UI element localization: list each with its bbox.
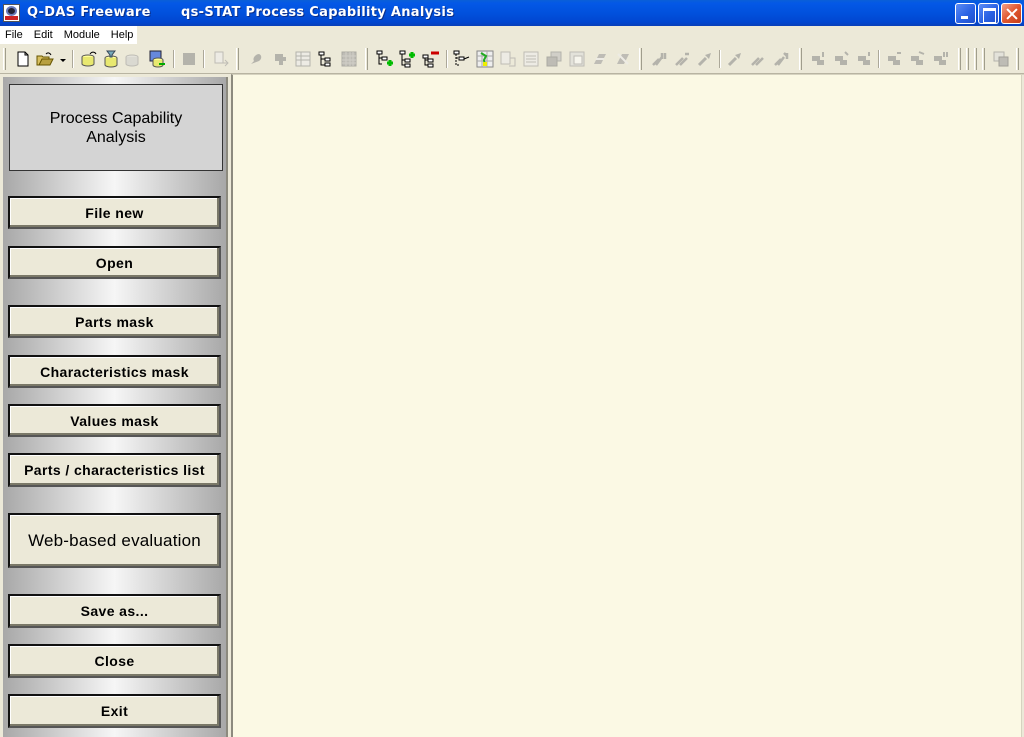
unlink-icon[interactable] [614,50,632,68]
window-arrange-icon[interactable] [992,50,1010,68]
file-new-button[interactable]: File new [8,196,221,229]
database-load-icon[interactable] [80,50,98,68]
toolbar [0,44,1024,74]
tree-insert-icon[interactable] [399,50,417,68]
toolbar-grip[interactable] [1016,48,1019,70]
window-icon[interactable] [568,50,586,68]
app-name: Q-DAS Freeware [27,5,151,20]
part-icon[interactable] [271,50,289,68]
tree-icon[interactable] [317,50,335,68]
stop-icon[interactable] [180,50,198,68]
toolbar-separator [446,50,448,68]
new-file-icon[interactable] [14,50,32,68]
close-window-button[interactable] [1001,3,1022,24]
char-first-icon[interactable] [809,50,827,68]
last-icon[interactable] [772,50,790,68]
link-icon[interactable] [591,50,609,68]
first-icon[interactable] [650,50,668,68]
toolbar-grip[interactable] [236,48,239,70]
menu-edit[interactable]: Edit [29,29,59,41]
previous-icon[interactable] [696,50,714,68]
tree-add-icon[interactable] [376,50,394,68]
exit-button[interactable]: Exit [8,694,221,728]
paint-icon[interactable] [247,50,265,68]
next-icon[interactable] [726,50,744,68]
toolbar-grip[interactable] [3,48,6,70]
toolbar-grip[interactable] [639,48,642,70]
database-export-icon[interactable] [148,50,166,68]
toolbar-grip[interactable] [982,48,985,70]
panel-title: Process Capability Analysis [9,84,223,171]
tree-remove-icon[interactable] [422,50,440,68]
parts-characteristics-list-button[interactable]: Parts / characteristics list [8,453,221,487]
char-last-icon[interactable] [931,50,949,68]
toolbar-grip[interactable] [974,48,977,70]
toolbar-separator [878,50,880,68]
app-logo-icon[interactable] [3,4,20,22]
toolbar-separator [203,50,205,68]
open-folder-icon[interactable] [36,50,54,68]
copy-icon[interactable] [499,50,517,68]
toolbar-grip[interactable] [958,48,961,70]
char-previous-icon[interactable] [855,50,873,68]
close-button[interactable]: Close [8,644,221,678]
cascade-icon[interactable] [545,50,563,68]
dropdown-arrow-icon[interactable] [58,50,68,68]
char-previous-fast-icon[interactable] [832,50,850,68]
next-fast-icon[interactable] [749,50,767,68]
open-button[interactable]: Open [8,246,221,279]
title-bar[interactable]: Q-DAS Freeware qs-STAT Process Capabilit… [0,0,1024,26]
web-based-evaluation-button[interactable]: Web-based evaluation [8,513,221,568]
menu-file[interactable]: File [0,29,29,41]
toolbar-grip[interactable] [365,48,368,70]
char-next-fast-icon[interactable] [908,50,926,68]
transfer-icon[interactable] [212,50,230,68]
minimize-button[interactable] [955,3,976,24]
workspace-area[interactable] [231,74,1024,737]
database-delete-icon[interactable] [124,50,142,68]
characteristics-mask-button[interactable]: Characteristics mask [8,355,221,388]
menu-module[interactable]: Module [59,29,106,41]
char-next-icon[interactable] [885,50,903,68]
window-title: qs-STAT Process Capability Analysis [181,5,455,20]
toolbar-grip[interactable] [799,48,802,70]
values-mask-button[interactable]: Values mask [8,404,221,437]
grid-icon[interactable] [340,50,358,68]
menu-help[interactable]: Help [106,29,140,41]
toolbar-grip[interactable] [966,48,969,70]
previous-fast-icon[interactable] [673,50,691,68]
toolbar-separator [719,50,721,68]
table-icon[interactable] [294,50,312,68]
toolbar-separator [173,50,175,68]
parts-mask-button[interactable]: Parts mask [8,305,221,338]
grid-select-icon[interactable] [476,50,494,68]
maximize-button[interactable] [978,3,999,24]
list-icon[interactable] [522,50,540,68]
tree-edit-icon[interactable] [452,50,470,68]
menu-bar: File Edit Module Help [0,26,1024,44]
save-as-button[interactable]: Save as... [8,594,221,628]
navigation-panel: Process Capability Analysis File new Ope… [3,77,228,737]
toolbar-separator [72,50,74,68]
database-filter-icon[interactable] [102,50,120,68]
